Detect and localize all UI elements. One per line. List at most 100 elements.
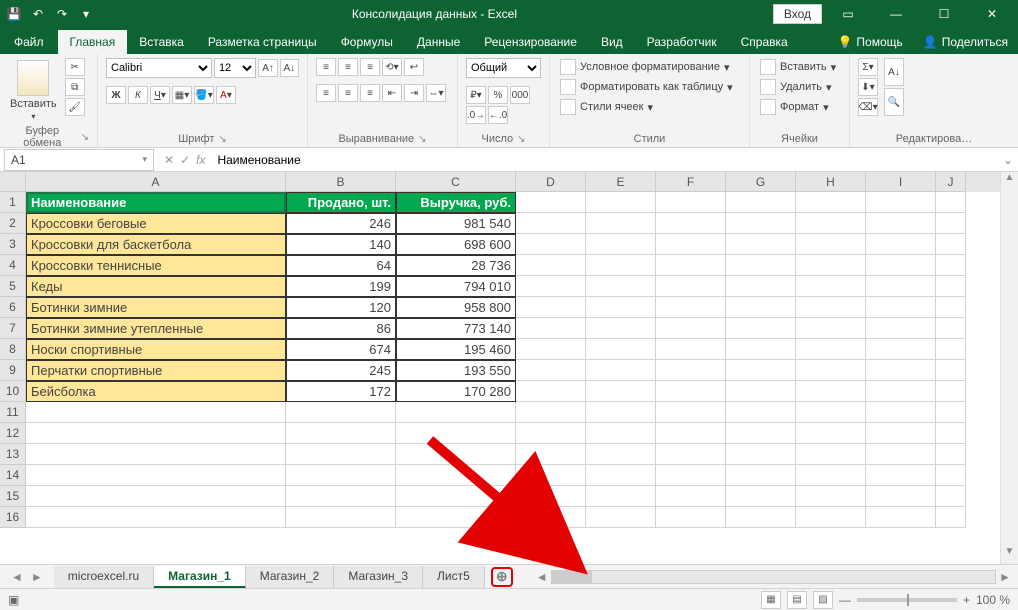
- zoom-level[interactable]: 100 %: [976, 593, 1010, 607]
- cell-F12[interactable]: [656, 423, 726, 444]
- scroll-right-icon[interactable]: ►: [996, 570, 1014, 584]
- cell-B9[interactable]: 245: [286, 360, 396, 381]
- scroll-up-icon[interactable]: ▲: [1001, 172, 1018, 190]
- cell-I12[interactable]: [866, 423, 936, 444]
- col-header-E[interactable]: E: [586, 172, 656, 192]
- cell-B4[interactable]: 64: [286, 255, 396, 276]
- cell-F9[interactable]: [656, 360, 726, 381]
- cell-D10[interactable]: [516, 381, 586, 402]
- cell-J9[interactable]: [936, 360, 966, 381]
- row-header-7[interactable]: 7: [0, 318, 26, 339]
- align-bottom-icon[interactable]: ≡: [360, 58, 380, 76]
- cell-H15[interactable]: [796, 486, 866, 507]
- align-center-icon[interactable]: ≡: [338, 84, 358, 102]
- number-format-select[interactable]: Общий: [466, 58, 541, 78]
- tab-formulas[interactable]: Формулы: [329, 30, 405, 54]
- fill-icon[interactable]: ⬇▾: [858, 78, 878, 96]
- scroll-left-icon[interactable]: ◄: [533, 570, 551, 584]
- enter-formula-icon[interactable]: ✓: [180, 153, 190, 167]
- cell-C13[interactable]: [396, 444, 516, 465]
- add-sheet-button[interactable]: ⊕: [491, 567, 513, 587]
- cell-B7[interactable]: 86: [286, 318, 396, 339]
- view-page-layout-icon[interactable]: ▤: [787, 591, 807, 609]
- row-header-13[interactable]: 13: [0, 444, 26, 465]
- cell-A15[interactable]: [26, 486, 286, 507]
- decrease-indent-icon[interactable]: ⇤: [382, 84, 402, 102]
- cell-F10[interactable]: [656, 381, 726, 402]
- cell-C3[interactable]: 698 600: [396, 234, 516, 255]
- cell-C2[interactable]: 981 540: [396, 213, 516, 234]
- delete-cells-button[interactable]: Удалить ▾: [758, 78, 841, 96]
- cell-A10[interactable]: Бейсболка: [26, 381, 286, 402]
- cell-A5[interactable]: Кеды: [26, 276, 286, 297]
- undo-icon[interactable]: ↶: [28, 4, 48, 24]
- cell-C16[interactable]: [396, 507, 516, 528]
- cell-B13[interactable]: [286, 444, 396, 465]
- cell-B15[interactable]: [286, 486, 396, 507]
- cell-J13[interactable]: [936, 444, 966, 465]
- cell-J7[interactable]: [936, 318, 966, 339]
- cell-E2[interactable]: [586, 213, 656, 234]
- row-header-10[interactable]: 10: [0, 381, 26, 402]
- sheet-tab-3[interactable]: Магазин_3: [334, 566, 423, 588]
- qat-dropdown-icon[interactable]: ▾: [76, 4, 96, 24]
- cell-D5[interactable]: [516, 276, 586, 297]
- cell-F15[interactable]: [656, 486, 726, 507]
- sheet-nav-prev-icon[interactable]: ◄: [8, 570, 26, 584]
- row-header-5[interactable]: 5: [0, 276, 26, 297]
- cell-D15[interactable]: [516, 486, 586, 507]
- cell-J10[interactable]: [936, 381, 966, 402]
- cell-H5[interactable]: [796, 276, 866, 297]
- ribbon-display-icon[interactable]: ▭: [826, 0, 870, 28]
- cell-H14[interactable]: [796, 465, 866, 486]
- cell-D3[interactable]: [516, 234, 586, 255]
- cell-I10[interactable]: [866, 381, 936, 402]
- bold-button[interactable]: Ж: [106, 86, 126, 104]
- cell-B12[interactable]: [286, 423, 396, 444]
- cell-A7[interactable]: Ботинки зимние утепленные: [26, 318, 286, 339]
- cell-E15[interactable]: [586, 486, 656, 507]
- row-header-11[interactable]: 11: [0, 402, 26, 423]
- cell-F3[interactable]: [656, 234, 726, 255]
- cell-B1[interactable]: Продано, шт.: [286, 192, 396, 213]
- row-header-16[interactable]: 16: [0, 507, 26, 528]
- cell-H6[interactable]: [796, 297, 866, 318]
- cell-D4[interactable]: [516, 255, 586, 276]
- minimize-icon[interactable]: —: [874, 0, 918, 28]
- cell-styles-button[interactable]: Стили ячеек ▾: [558, 98, 741, 116]
- spreadsheet-grid[interactable]: ABCDEFGHIJ 12345678910111213141516 Наиме…: [0, 172, 1018, 564]
- cell-D12[interactable]: [516, 423, 586, 444]
- cell-A12[interactable]: [26, 423, 286, 444]
- cell-G12[interactable]: [726, 423, 796, 444]
- percent-icon[interactable]: %: [488, 86, 508, 104]
- cell-I15[interactable]: [866, 486, 936, 507]
- redo-icon[interactable]: ↷: [52, 4, 72, 24]
- cell-G11[interactable]: [726, 402, 796, 423]
- cell-G7[interactable]: [726, 318, 796, 339]
- cell-I5[interactable]: [866, 276, 936, 297]
- cell-A8[interactable]: Носки спортивные: [26, 339, 286, 360]
- cell-C11[interactable]: [396, 402, 516, 423]
- cell-G14[interactable]: [726, 465, 796, 486]
- cell-E4[interactable]: [586, 255, 656, 276]
- cell-A14[interactable]: [26, 465, 286, 486]
- cell-F11[interactable]: [656, 402, 726, 423]
- cell-A13[interactable]: [26, 444, 286, 465]
- cell-H9[interactable]: [796, 360, 866, 381]
- cell-F13[interactable]: [656, 444, 726, 465]
- cell-G15[interactable]: [726, 486, 796, 507]
- cell-G1[interactable]: [726, 192, 796, 213]
- cell-J6[interactable]: [936, 297, 966, 318]
- row-header-4[interactable]: 4: [0, 255, 26, 276]
- align-left-icon[interactable]: ≡: [316, 84, 336, 102]
- cell-F1[interactable]: [656, 192, 726, 213]
- cell-I3[interactable]: [866, 234, 936, 255]
- number-launcher[interactable]: ↘: [517, 134, 525, 145]
- borders-icon[interactable]: ▦▾: [172, 86, 192, 104]
- row-header-1[interactable]: 1: [0, 192, 26, 213]
- expand-formula-icon[interactable]: ⌄: [998, 153, 1018, 167]
- cell-F8[interactable]: [656, 339, 726, 360]
- increase-indent-icon[interactable]: ⇥: [404, 84, 424, 102]
- comma-icon[interactable]: 000: [510, 86, 530, 104]
- copy-icon[interactable]: ⧉: [65, 78, 85, 96]
